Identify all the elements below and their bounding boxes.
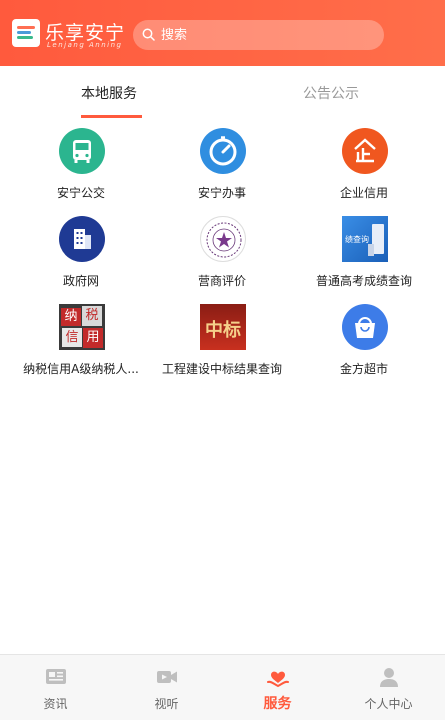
tax-credit-image: 纳 税 信 用 xyxy=(59,304,105,350)
app-logo-icon xyxy=(12,19,40,47)
seal-icon xyxy=(200,216,246,262)
bottom-navigation: 资讯 视听 服务 个人中心 xyxy=(0,654,445,720)
nav-news[interactable]: 资讯 xyxy=(0,655,111,721)
service-item-jinfang-market[interactable]: 金方超市 xyxy=(290,304,438,390)
service-item-business-rating[interactable]: 营商评价 xyxy=(148,216,296,302)
active-tab-indicator xyxy=(81,115,142,118)
service-item-government[interactable]: 政府网 xyxy=(7,216,155,302)
service-label: 工程建设中标结果查询 xyxy=(161,362,282,376)
nav-profile[interactable]: 个人中心 xyxy=(333,655,444,721)
nav-label: 服务 xyxy=(263,696,292,712)
search-input[interactable] xyxy=(161,20,376,50)
service-item-affairs[interactable]: 安宁办事 xyxy=(148,128,296,214)
service-label: 金方超市 xyxy=(339,362,388,376)
service-label: 政府网 xyxy=(62,274,99,288)
shopping-bag-icon xyxy=(342,304,388,350)
service-label: 安宁办事 xyxy=(197,186,246,200)
service-label: 营商评价 xyxy=(197,274,246,288)
service-label: 企业信用 xyxy=(339,186,388,200)
service-label: 安宁公交 xyxy=(56,186,105,200)
service-item-tax-credit[interactable]: 纳 税 信 用 纳税信用A级纳税人... xyxy=(7,304,155,390)
service-label: 普通高考成绩查询 xyxy=(315,274,412,288)
building-icon xyxy=(59,216,105,262)
bid-result-image: 中标 xyxy=(200,304,246,350)
timer-icon xyxy=(200,128,246,174)
bus-icon xyxy=(59,128,105,174)
exam-score-image: 绩查询 xyxy=(342,216,388,262)
tab-announcements[interactable]: 公告公示 xyxy=(303,83,359,103)
service-item-bid-result[interactable]: 中标 工程建设中标结果查询 xyxy=(148,304,296,390)
news-icon xyxy=(46,669,66,684)
nav-video[interactable]: 视听 xyxy=(111,655,222,721)
person-icon xyxy=(380,668,398,687)
nav-service[interactable]: 服务 xyxy=(222,655,333,721)
nav-label: 资讯 xyxy=(43,697,68,711)
service-item-exam-score[interactable]: 绩查询 普通高考成绩查询 xyxy=(290,216,438,302)
enterprise-icon xyxy=(342,128,388,174)
app-header: 乐享安宁 Lenjang Anning xyxy=(0,0,445,66)
video-icon xyxy=(157,671,177,683)
service-icon xyxy=(267,671,289,688)
service-item-bus[interactable]: 安宁公交 xyxy=(7,128,155,214)
search-bar[interactable] xyxy=(133,20,384,50)
search-icon xyxy=(142,28,155,41)
exam-tile-text: 绩查询 xyxy=(345,235,369,244)
tab-local-services[interactable]: 本地服务 xyxy=(81,83,137,103)
service-label: 纳税信用A级纳税人... xyxy=(23,362,139,376)
tab-bar: 本地服务 公告公示 xyxy=(0,66,445,120)
nav-label: 视听 xyxy=(154,697,179,711)
service-item-enterprise-credit[interactable]: 企业信用 xyxy=(290,128,438,214)
app-subtitle: Lenjang Anning xyxy=(47,41,123,49)
nav-label: 个人中心 xyxy=(364,697,413,711)
